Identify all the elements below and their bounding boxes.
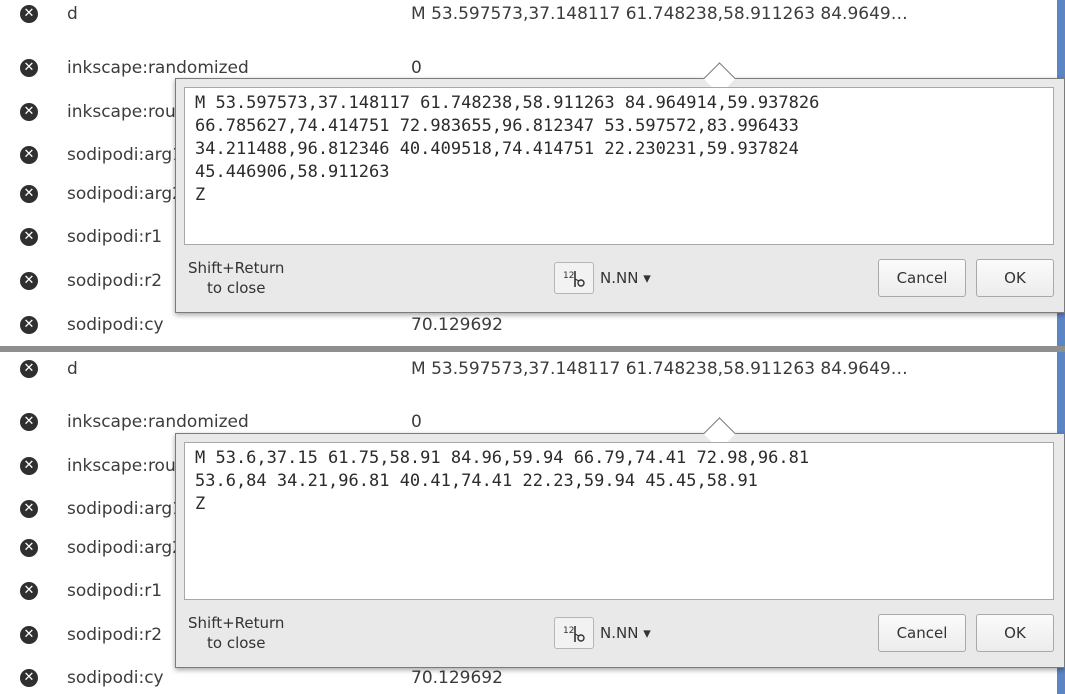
close-hint: Shift+Return to close bbox=[188, 258, 328, 298]
attribute-name: sodipodi:arg2 bbox=[67, 184, 183, 204]
attribute-name: sodipodi:cy bbox=[67, 315, 164, 335]
attribute-value[interactable]: M 53.597573,37.148117 61.748238,58.91126… bbox=[411, 355, 908, 383]
close-hint: Shift+Return to close bbox=[188, 613, 328, 653]
attribute-row[interactable]: ✕ sodipodi:cy 70.129692 bbox=[0, 664, 1065, 692]
attribute-value[interactable]: M 53.597573,37.148117 61.748238,58.91126… bbox=[411, 0, 908, 28]
remove-attribute-icon[interactable]: ✕ bbox=[20, 272, 38, 290]
ok-button[interactable]: OK bbox=[976, 259, 1054, 297]
remove-attribute-icon[interactable]: ✕ bbox=[20, 669, 38, 687]
remove-attribute-icon[interactable]: ✕ bbox=[20, 457, 38, 475]
value-edit-popup: M 53.6,37.15 61.75,58.91 84.96,59.94 66.… bbox=[175, 417, 1065, 668]
attribute-name: sodipodi:arg2 bbox=[67, 538, 183, 558]
value-edit-popup: M 53.597573,37.148117 61.748238,58.91126… bbox=[175, 62, 1065, 313]
remove-attribute-icon[interactable]: ✕ bbox=[20, 539, 38, 557]
remove-attribute-icon[interactable]: ✕ bbox=[20, 360, 38, 378]
remove-attribute-icon[interactable]: ✕ bbox=[20, 626, 38, 644]
attribute-name: sodipodi:r2 bbox=[67, 271, 163, 291]
editor-line: Z bbox=[195, 494, 206, 514]
editor-line: Z bbox=[195, 185, 206, 205]
precision-dropdown[interactable]: N.NN ▾ bbox=[600, 262, 651, 294]
editor-line: 66.785627,74.414751 72.983655,96.812347 … bbox=[195, 116, 799, 136]
remove-attribute-icon[interactable]: ✕ bbox=[20, 5, 38, 23]
attribute-row[interactable]: ✕ sodipodi:cy 70.129692 bbox=[0, 311, 1065, 339]
cancel-button[interactable]: Cancel bbox=[878, 614, 966, 652]
remove-attribute-icon[interactable]: ✕ bbox=[20, 103, 38, 121]
attribute-row[interactable]: ✕ inkscape:randomized 0 bbox=[0, 408, 1065, 436]
remove-attribute-icon[interactable]: ✕ bbox=[20, 228, 38, 246]
editor-line: 45.446906,58.911263 bbox=[195, 162, 390, 182]
attribute-name: d bbox=[67, 359, 78, 379]
attribute-row[interactable]: ✕ d M 53.597573,37.148117 61.748238,58.9… bbox=[0, 355, 1065, 383]
value-text-editor[interactable]: M 53.6,37.15 61.75,58.91 84.96,59.94 66.… bbox=[184, 442, 1054, 600]
attribute-value[interactable]: 70.129692 bbox=[411, 664, 503, 692]
attribute-panel-top: ✕ d M 53.597573,37.148117 61.748238,58.9… bbox=[0, 0, 1065, 346]
attribute-name: sodipodi:cy bbox=[67, 668, 164, 688]
close-hint-line2: to close bbox=[207, 279, 266, 297]
attribute-name: sodipodi:arg1 bbox=[67, 499, 183, 519]
attribute-value[interactable]: 70.129692 bbox=[411, 311, 503, 339]
number-format-button[interactable]: 12 bbox=[554, 262, 594, 294]
editor-line: M 53.597573,37.148117 61.748238,58.91126… bbox=[195, 93, 820, 113]
remove-attribute-icon[interactable]: ✕ bbox=[20, 316, 38, 334]
remove-attribute-icon[interactable]: ✕ bbox=[20, 146, 38, 164]
attribute-name: d bbox=[67, 4, 78, 24]
attribute-name: sodipodi:arg1 bbox=[67, 145, 183, 165]
cancel-button[interactable]: Cancel bbox=[878, 259, 966, 297]
close-hint-line1: Shift+Return bbox=[188, 259, 285, 277]
attribute-name: sodipodi:r1 bbox=[67, 581, 163, 601]
editor-line: 53.6,84 34.21,96.81 40.41,74.41 22.23,59… bbox=[195, 471, 758, 491]
attribute-name: sodipodi:r2 bbox=[67, 625, 163, 645]
remove-attribute-icon[interactable]: ✕ bbox=[20, 185, 38, 203]
number-format-icon: 12 bbox=[563, 271, 585, 287]
close-hint-line2: to close bbox=[207, 634, 266, 652]
attribute-value[interactable]: 0 bbox=[411, 408, 422, 436]
remove-attribute-icon[interactable]: ✕ bbox=[20, 500, 38, 518]
attribute-row[interactable]: ✕ d M 53.597573,37.148117 61.748238,58.9… bbox=[0, 0, 1065, 28]
attribute-name: sodipodi:r1 bbox=[67, 227, 163, 247]
number-format-icon: 12 bbox=[563, 626, 585, 642]
remove-attribute-icon[interactable]: ✕ bbox=[20, 413, 38, 431]
attribute-name: inkscape:randomized bbox=[67, 412, 249, 432]
editor-line: M 53.6,37.15 61.75,58.91 84.96,59.94 66.… bbox=[195, 448, 810, 468]
remove-attribute-icon[interactable]: ✕ bbox=[20, 59, 38, 77]
ok-button[interactable]: OK bbox=[976, 614, 1054, 652]
svg-text:12: 12 bbox=[563, 626, 574, 636]
close-hint-line1: Shift+Return bbox=[188, 614, 285, 632]
editor-line: 34.211488,96.812346 40.409518,74.414751 … bbox=[195, 139, 799, 159]
value-text-editor[interactable]: M 53.597573,37.148117 61.748238,58.91126… bbox=[184, 87, 1054, 245]
precision-dropdown[interactable]: N.NN ▾ bbox=[600, 617, 651, 649]
number-format-button[interactable]: 12 bbox=[554, 617, 594, 649]
svg-text:12: 12 bbox=[563, 271, 574, 281]
remove-attribute-icon[interactable]: ✕ bbox=[20, 582, 38, 600]
